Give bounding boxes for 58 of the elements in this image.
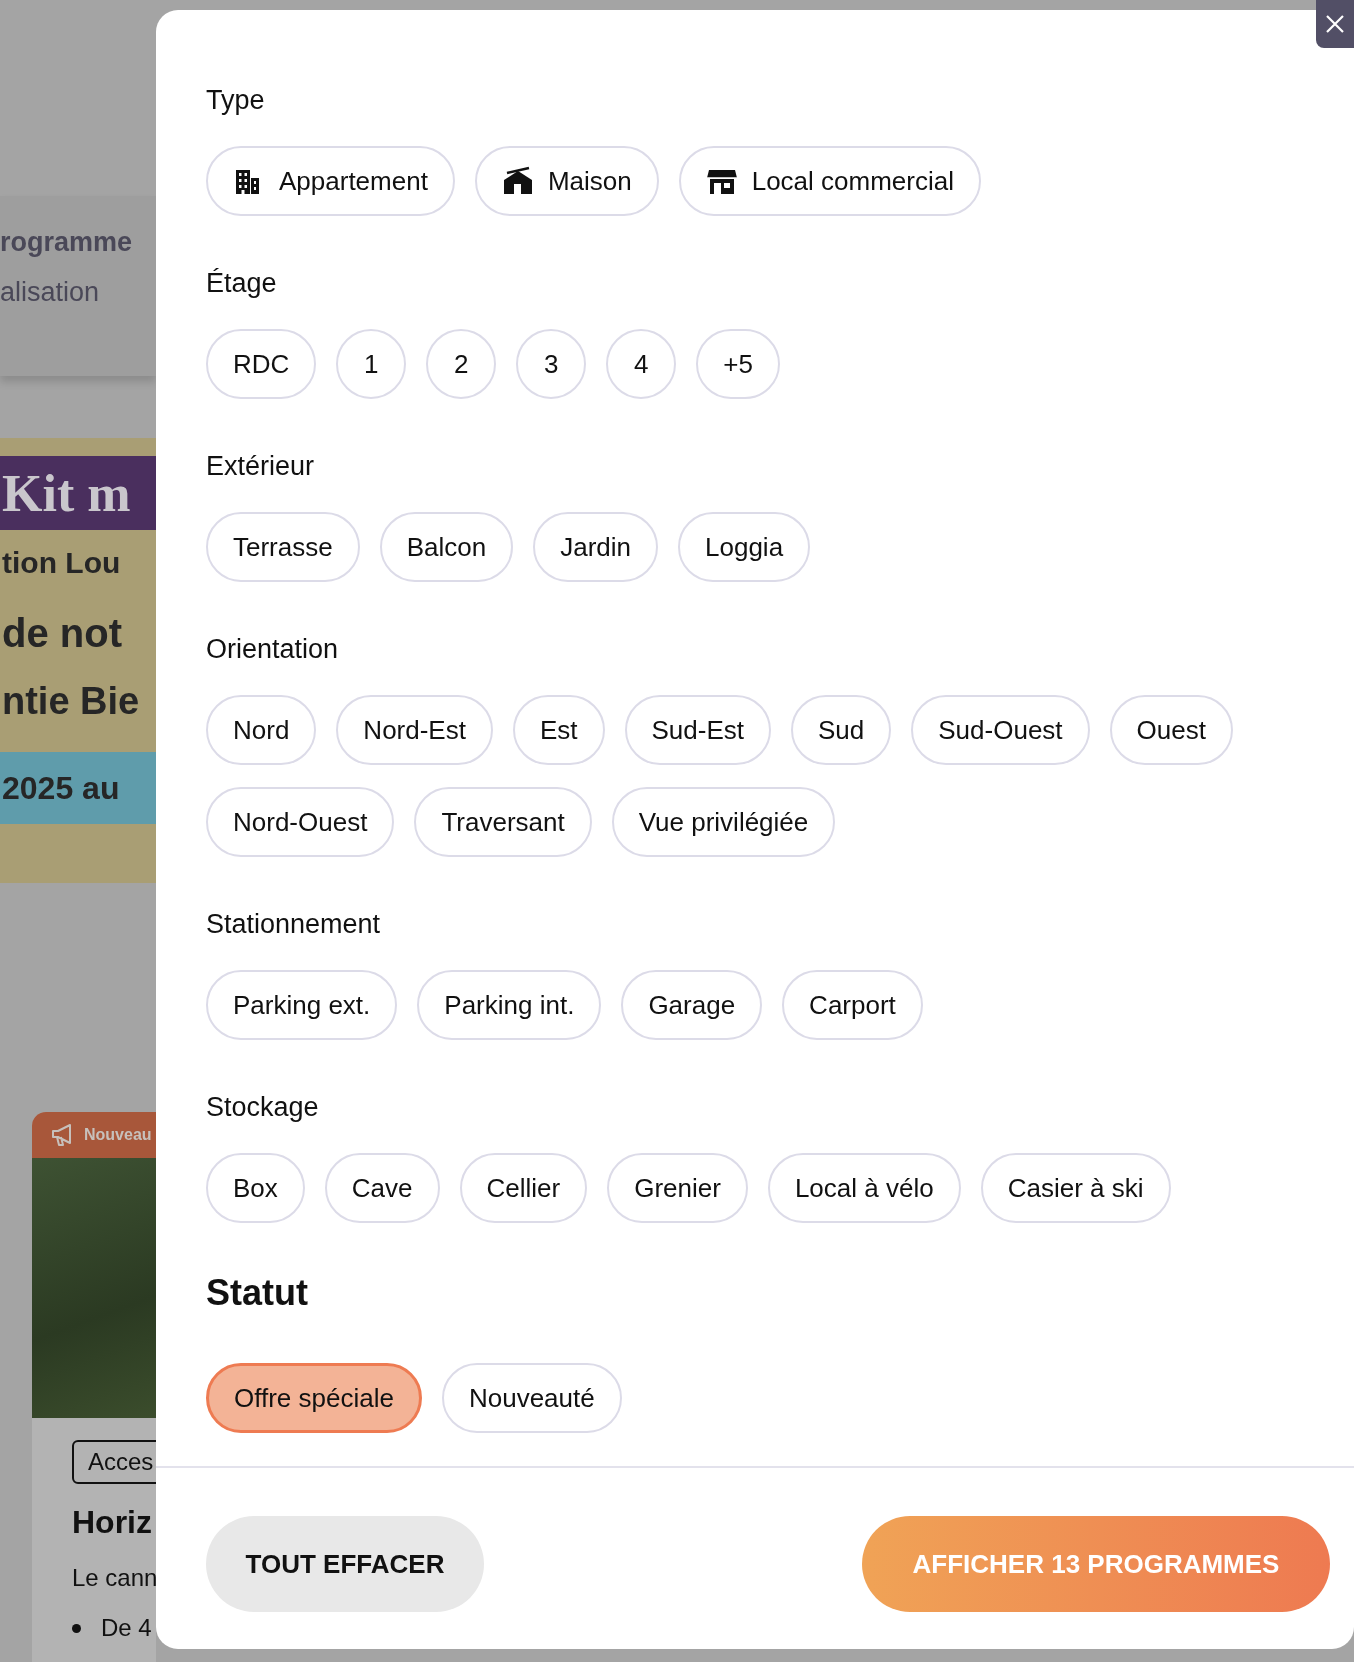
- filter-chip[interactable]: Ouest: [1109, 695, 1233, 765]
- banner-text: tion Lou: [1, 545, 122, 581]
- filter-chip[interactable]: 4: [606, 329, 677, 399]
- header-text: rogramme: [0, 226, 134, 259]
- filter-chip[interactable]: Carport: [782, 970, 923, 1040]
- filter-chip[interactable]: Vue privilégiée: [611, 787, 836, 857]
- filter-chip[interactable]: Terrasse: [206, 512, 360, 582]
- filter-chip[interactable]: Nouveauté: [441, 1363, 622, 1433]
- filter-chip[interactable]: Local à vélo: [767, 1153, 961, 1223]
- banner-text: ntie Bie: [1, 679, 141, 724]
- filter-chip[interactable]: Grenier: [607, 1153, 748, 1223]
- filter-chip[interactable]: 2: [426, 329, 497, 399]
- program-description: Le cann: [72, 1563, 156, 1593]
- filter-chip[interactable]: Cellier: [459, 1153, 588, 1223]
- filter-chip[interactable]: Nord-Ouest: [206, 787, 395, 857]
- banner-title: Kit m: [0, 456, 156, 530]
- bullet-dot: [72, 1623, 81, 1633]
- clear-all-button[interactable]: TOUT EFFACER: [206, 1516, 484, 1612]
- section-title: Orientation: [206, 633, 340, 666]
- badge-text: Nouveau: [84, 1125, 152, 1145]
- banner-date: 2025 au: [0, 752, 156, 824]
- close-icon: [1324, 13, 1346, 35]
- filter-chip[interactable]: Loggia: [678, 512, 811, 582]
- filter-chip[interactable]: Nord-Est: [336, 695, 493, 765]
- filter-chip[interactable]: Parking int.: [417, 970, 602, 1040]
- filter-chip[interactable]: Traversant: [414, 787, 592, 857]
- banner-text: de not: [1, 610, 123, 657]
- filter-chip[interactable]: Sud-Ouest: [911, 695, 1090, 765]
- filter-chip[interactable]: Local commercial: [678, 146, 981, 216]
- filter-chip[interactable]: Appartement: [206, 146, 455, 216]
- filter-chip[interactable]: +5: [696, 329, 780, 399]
- section-title: Statut: [206, 1273, 309, 1313]
- filter-chip[interactable]: Sud: [791, 695, 892, 765]
- section-title: Stockage: [206, 1091, 320, 1124]
- section-title: Extérieur: [206, 450, 316, 483]
- header-text: alisation: [0, 276, 101, 309]
- filter-chip[interactable]: Nord: [206, 695, 317, 765]
- filter-chip[interactable]: Casier à ski: [980, 1153, 1171, 1223]
- filter-chip[interactable]: 1: [336, 329, 407, 399]
- filter-chip[interactable]: Parking ext.: [206, 970, 398, 1040]
- close-button[interactable]: [1316, 0, 1354, 48]
- section-title: Type: [206, 84, 266, 117]
- filter-chip[interactable]: Cave: [324, 1153, 440, 1223]
- filter-chip[interactable]: Jardin: [533, 512, 659, 582]
- filter-chip[interactable]: Sud-Est: [624, 695, 771, 765]
- filter-chip[interactable]: Est: [512, 695, 605, 765]
- filter-chip[interactable]: Offre spéciale: [206, 1363, 422, 1433]
- house-icon: [501, 166, 534, 196]
- filter-chip[interactable]: Maison: [474, 146, 659, 216]
- section-title: Étage: [206, 267, 278, 300]
- filter-chip[interactable]: Balcon: [379, 512, 514, 582]
- filter-chip[interactable]: Box: [206, 1153, 305, 1223]
- section-title: Stationnement: [206, 908, 382, 941]
- filter-chip[interactable]: RDC: [206, 329, 317, 399]
- bullet-text: De 4: [101, 1613, 152, 1643]
- filter-chip[interactable]: 3: [516, 329, 587, 399]
- filter-chip[interactable]: Garage: [621, 970, 763, 1040]
- program-title: Horiz: [72, 1503, 152, 1542]
